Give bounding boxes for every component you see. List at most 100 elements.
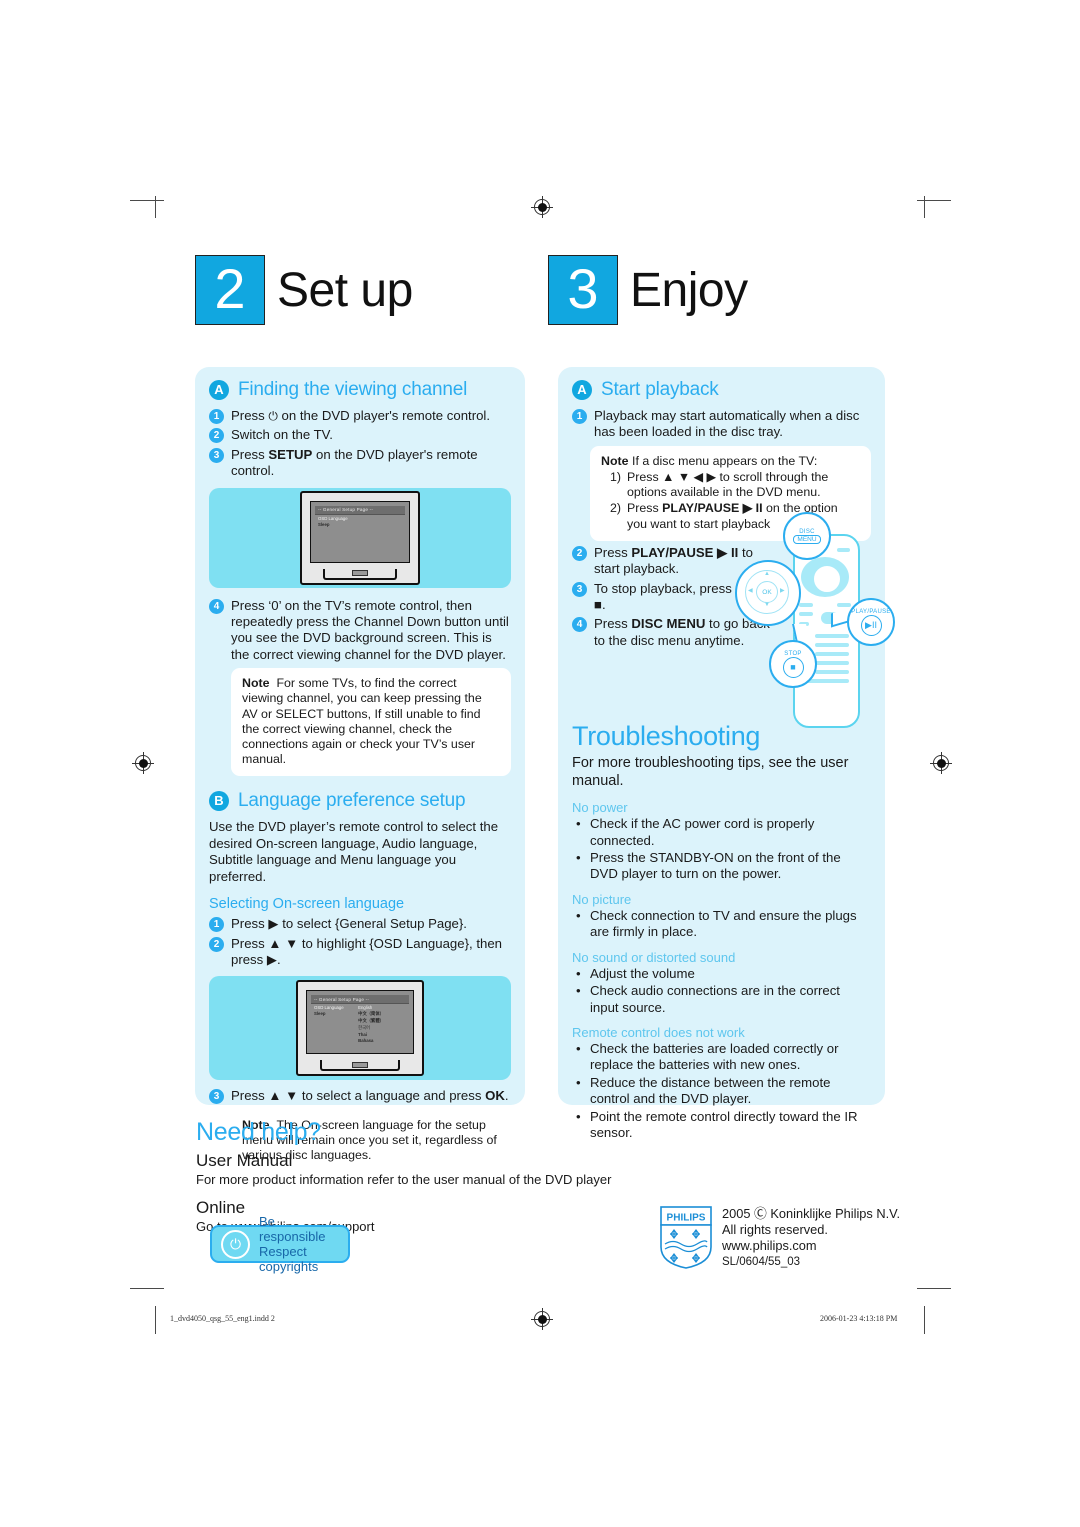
remote-key-row: [815, 661, 849, 665]
play-pause-key-label: PLAY/PAUSE: [662, 501, 740, 516]
step-2-header: 2 Set up: [195, 255, 413, 325]
remote-key-row: [815, 652, 849, 656]
setup-step-3-pre: Press: [231, 446, 269, 462]
crop-mark-bottom-left: [130, 1288, 164, 1289]
user-manual-head: User Manual: [196, 1151, 293, 1170]
note-label: Note: [242, 676, 270, 691]
ok-key-label: OK: [485, 1088, 505, 1104]
osd-label: [314, 1018, 358, 1024]
osd-row: OSD Language English: [311, 1004, 409, 1010]
section-a-start-playback-title: Start playback: [601, 379, 719, 400]
osd-row: Bahasa: [311, 1037, 409, 1043]
osd-value: [358, 522, 402, 527]
nav-ok-button[interactable]: OK: [756, 581, 778, 603]
step-3-number: 3: [548, 255, 618, 325]
note-item-number: 2): [610, 501, 622, 516]
power-circle-icon: ⏻: [221, 1229, 250, 1259]
playback-step-3-pre: To stop playback, press: [594, 580, 736, 596]
step-3-header: 3 Enjoy: [548, 255, 748, 325]
nav-up-icon: ▲: [764, 571, 770, 577]
ts-item: • Adjust the volume: [572, 966, 871, 982]
tv-body-1: -- General Setup Page -- OSD Language Sl…: [300, 490, 420, 585]
osd-value: [358, 516, 402, 521]
lang-step-3-tail: .: [504, 1088, 509, 1104]
be-responsible-line2: Respect copyrights: [259, 1244, 319, 1274]
ts-group-title-remote: Remote control does not work: [572, 1024, 745, 1040]
arrow-updown-icon: ▲ ▼: [268, 935, 299, 951]
registration-mark-bottom: [531, 1308, 553, 1330]
arrow-updown-icon: ▲ ▼: [268, 1088, 299, 1104]
note-item-1: 1) Press ▲ ▼ ◀ ▶ to scroll through the o…: [601, 470, 860, 500]
setup-step-4-text: Press ‘0’ on the TV’s remote control, th…: [231, 597, 509, 662]
copyright-line-2: All rights reserved.: [722, 1222, 828, 1237]
setup-step-1-pre: Press: [231, 408, 269, 423]
philips-copyright-text: 2005 Ⓒ Koninklijke Philips N.V. All righ…: [722, 1206, 900, 1270]
callout-disc-menu-line2: MENU: [793, 534, 821, 544]
section-badge-a: A: [209, 380, 229, 400]
callout-play-pause[interactable]: PLAY/PAUSE ▶II: [847, 598, 895, 646]
tv-stand-2: [320, 1060, 400, 1072]
crop-mark-top-left-v: [155, 196, 156, 218]
remote-key-row: [815, 670, 849, 674]
section-a-finding-channel-header: A Finding the viewing channel: [209, 379, 511, 401]
playback-step-3-post: .: [601, 597, 606, 613]
step-marker-1: 1: [572, 409, 587, 424]
ts-group-title-no-picture: No picture: [572, 891, 632, 907]
lang-step-2: 2 Press ▲ ▼ to highlight {OSD Language},…: [209, 936, 511, 969]
callout-disc-menu[interactable]: DISC MENU: [783, 512, 831, 560]
nav-left-icon: ◀: [748, 588, 753, 594]
osd-title-1: -- General Setup Page --: [315, 505, 405, 515]
step-marker-2: 2: [572, 545, 587, 561]
osd-option: Thai: [358, 1032, 367, 1038]
bullet-icon: •: [576, 1040, 581, 1056]
osd-title-2: -- General Setup Page --: [311, 995, 409, 1005]
section-badge-a: A: [572, 380, 592, 400]
bullet-icon: •: [576, 983, 581, 999]
step-marker-2: 2: [209, 428, 224, 444]
tv-graphic-2: -- General Setup Page -- OSD Language Eng…: [296, 980, 424, 1077]
callout-disc-menu-line1: DISC: [799, 528, 815, 535]
ts-item-text: Press the STANDBY-ON on the front of the…: [590, 850, 841, 882]
setup-step-2-text: Switch on the TV.: [231, 427, 333, 443]
svg-text:PHILIPS: PHILIPS: [667, 1213, 706, 1224]
osd-label-sleep: Sleep: [314, 1011, 326, 1017]
callout-stop[interactable]: STOP ■: [769, 640, 817, 688]
osd-label: [314, 1032, 358, 1037]
osd-row: Thai: [311, 1031, 409, 1037]
lang-step-1-text: Press ▶ to select {General Setup Page}.: [231, 916, 511, 932]
osd-option: Bahasa: [358, 1038, 374, 1044]
bullet-icon: •: [576, 1074, 581, 1090]
osd-label: [314, 1038, 358, 1043]
ts-item-text: Adjust the volume: [590, 965, 695, 981]
ts-item-text: Check if the AC power cord is properly c…: [590, 816, 815, 848]
bullet-icon: •: [576, 965, 581, 981]
be-responsible-line1: Be responsible: [259, 1214, 326, 1244]
copyright-line-4: SL/0604/55_03: [722, 1256, 801, 1268]
print-footer-timestamp: 2006-01-23 4:13:18 PM: [820, 1314, 898, 1323]
note-text: For some TVs, to find the correct viewin…: [242, 676, 482, 767]
remote-nav-pad-callout: OK ▲ ▼ ◀ ▶: [735, 560, 801, 626]
osd-label-sleep: Sleep: [318, 521, 330, 527]
remote-key-row: [815, 643, 849, 647]
step-marker-3: 3: [572, 581, 587, 597]
note-intro: If a disc menu appears on the TV:: [632, 453, 818, 468]
tv-body-2: -- General Setup Page -- OSD Language Eng…: [296, 980, 424, 1077]
setup-step-1-post: on the DVD player's remote control.: [277, 408, 491, 423]
registration-mark-top: [531, 196, 553, 218]
be-responsible-badge[interactable]: ⏻ Be responsible Respect copyrights: [210, 1214, 350, 1274]
playback-step-1-text: Playback may start automatically when a …: [594, 408, 860, 440]
step-marker-3: 3: [209, 1089, 224, 1105]
troubleshooting-intro: For more troubleshooting tips, see the u…: [572, 755, 849, 790]
nav-down-icon: ▼: [764, 602, 770, 608]
lang-step-3: 3 Press ▲ ▼ to select a language and pre…: [209, 1088, 511, 1105]
ts-group-title-no-power: No power: [572, 800, 628, 816]
registration-mark-left: [132, 752, 154, 774]
remote-nav-ring-inner: [812, 564, 842, 594]
callout-play-pause-label: PLAY/PAUSE: [851, 608, 891, 615]
remote-key-small: [837, 603, 851, 607]
lang-step-1: 1 Press ▶ to select {General Setup Page}…: [209, 916, 511, 933]
osd-row: 中文（繁體）: [311, 1017, 409, 1024]
remote-key-small: [799, 603, 813, 607]
crop-mark-top-right: [917, 200, 951, 201]
lang-step-3-pre: Press: [231, 1088, 269, 1104]
